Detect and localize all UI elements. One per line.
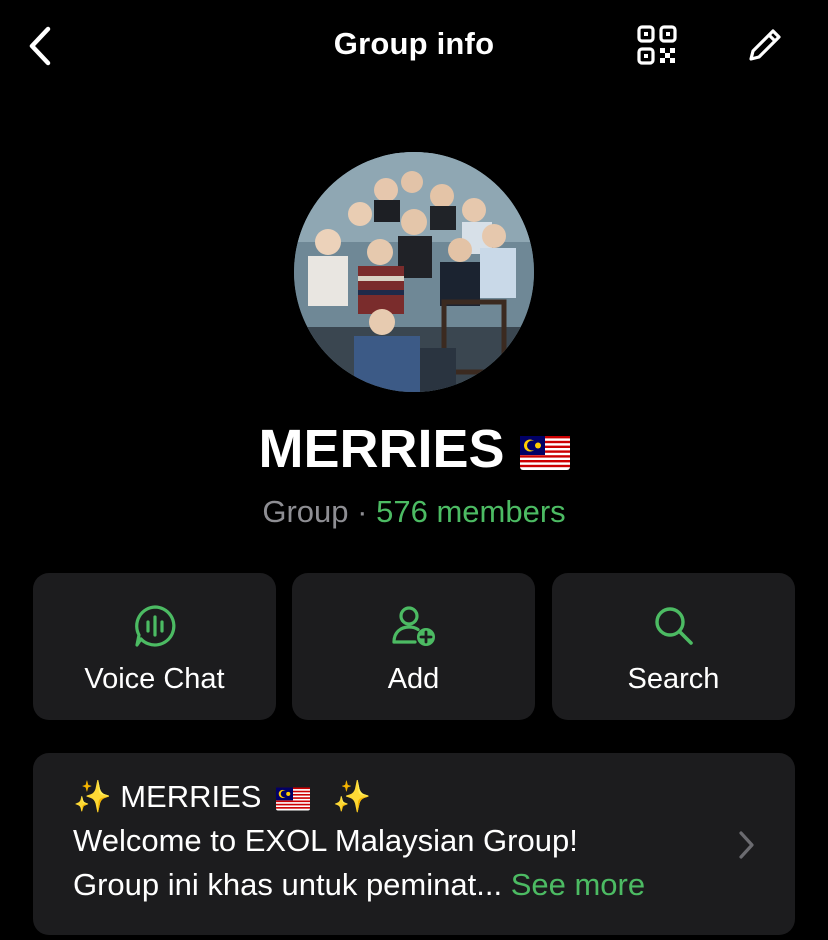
- navigation-bar: Group info: [0, 0, 828, 90]
- malaysia-flag-icon: [276, 787, 311, 811]
- voice-chat-button[interactable]: Voice Chat: [33, 573, 276, 720]
- group-name-text: MERRIES: [258, 419, 505, 479]
- add-member-label: Add: [387, 663, 440, 695]
- pencil-icon: [749, 29, 781, 61]
- edit-button[interactable]: [742, 22, 788, 68]
- subtitle-separator: ·: [357, 494, 368, 529]
- chevron-right-icon: [739, 831, 754, 859]
- description-line-2-text: Group ini khas untuk peminat...: [73, 867, 503, 902]
- page-title: Group info: [333, 26, 495, 61]
- group-subtitle: Group · 576 members: [0, 494, 828, 530]
- voice-chat-icon: [134, 605, 175, 647]
- group-type: Group: [262, 494, 349, 529]
- member-count[interactable]: 576 members: [376, 494, 566, 529]
- group-description: ✨ MERRIES ✨ Welcome to EXOL Malaysian Gr…: [73, 775, 733, 907]
- group-description-card[interactable]: ✨ MERRIES ✨ Welcome to EXOL Malaysian Gr…: [33, 753, 795, 935]
- description-sparkle: ✨: [332, 779, 372, 814]
- search-button[interactable]: Search: [552, 573, 795, 720]
- qr-code-button[interactable]: [634, 22, 680, 68]
- malaysia-flag-icon: [519, 435, 570, 470]
- search-icon: [654, 607, 693, 645]
- group-name: MERRIES: [0, 418, 828, 480]
- description-line-2: Group ini khas untuk peminat... See more: [73, 863, 733, 907]
- qr-code-icon: [637, 25, 677, 65]
- group-avatar[interactable]: [294, 152, 534, 392]
- see-more-link[interactable]: See more: [511, 867, 645, 902]
- search-label: Search: [627, 663, 720, 695]
- add-member-button[interactable]: Add: [292, 573, 535, 720]
- group-photo: [294, 152, 534, 392]
- description-title-text: ✨ MERRIES: [73, 779, 262, 814]
- description-title: ✨ MERRIES ✨: [73, 775, 733, 819]
- voice-chat-label: Voice Chat: [84, 663, 225, 695]
- description-line-1: Welcome to EXOL Malaysian Group!: [73, 823, 578, 858]
- add-member-icon: [391, 606, 435, 646]
